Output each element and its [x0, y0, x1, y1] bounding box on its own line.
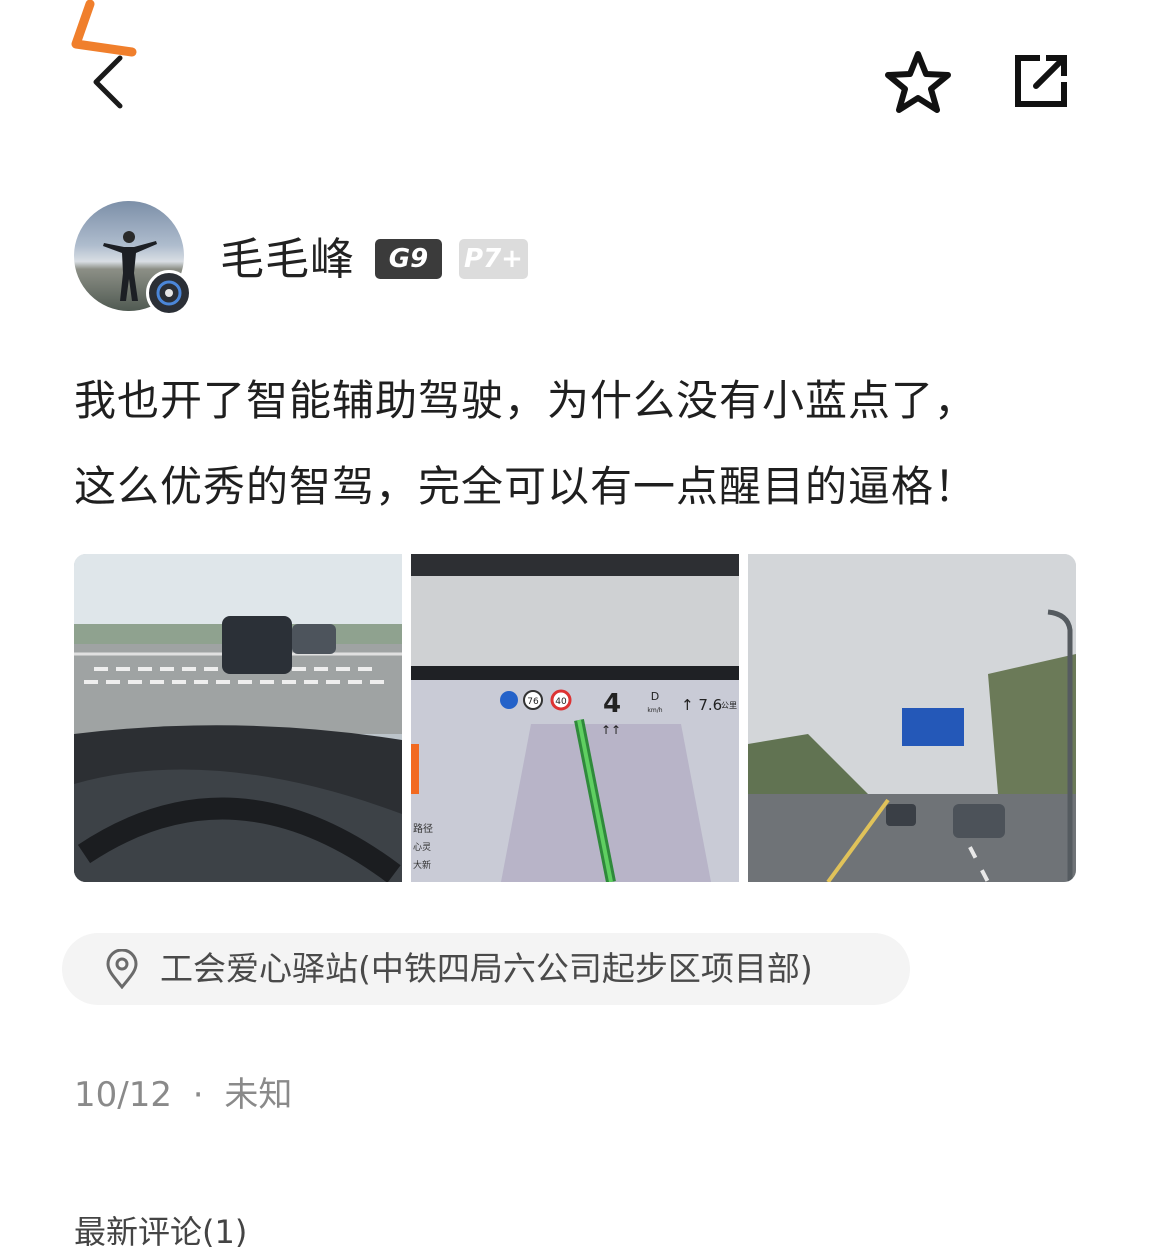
road-sign-illustration — [748, 554, 1076, 882]
post-text-line-2: 这么优秀的智驾，完全可以有一点醒目的逼格！ — [74, 462, 978, 511]
nav-lane-arrows: ↑↑ — [601, 723, 621, 737]
location-pin-icon — [106, 949, 138, 989]
nav-distance-unit: 公里 — [721, 701, 737, 710]
nav-gear: D — [651, 690, 659, 703]
nav-distance: ↑ 7.6 — [681, 696, 722, 714]
nav-speed: 4 — [603, 689, 621, 719]
nav-side-text-1: 路径 — [413, 822, 433, 835]
post-meta: 10/12 · 未知 — [74, 1072, 292, 1118]
nav-side-text-2: 心灵 — [413, 842, 431, 853]
vehicle-badge-p7plus: P7+ — [459, 239, 528, 279]
meta-separator: · — [192, 1075, 204, 1115]
back-button[interactable] — [80, 48, 140, 112]
location-chip[interactable]: 工会爱心驿站(中铁四局六公司起步区项目部) — [62, 933, 910, 1005]
location-text: 工会爱心驿站(中铁四局六公司起步区项目部) — [160, 949, 813, 988]
post-text-line-1: 我也开了智能辅助驾驶，为什么没有小蓝点了， — [74, 376, 978, 425]
nav-side-text-3: 大新 — [413, 859, 431, 871]
post-image-3[interactable] — [748, 554, 1076, 882]
nav-speed-limit-76: 76 — [527, 697, 539, 707]
navigation-display-illustration: 76 40 4 D km/h ↑ 7.6 公里 ↑↑ 路径 心灵 大新 — [411, 554, 739, 882]
share-button[interactable] — [1006, 46, 1076, 116]
chevron-left-icon — [93, 55, 123, 109]
nav-gear-unit: km/h — [647, 707, 662, 714]
post-image-1[interactable] — [74, 554, 402, 882]
post-region: 未知 — [224, 1075, 293, 1115]
avatar-badge-icon — [146, 270, 192, 316]
comments-heading: 最新评论(1) — [74, 1213, 248, 1251]
author-name[interactable]: 毛毛峰 — [220, 230, 355, 290]
favorite-button[interactable] — [882, 46, 954, 118]
nav-speed-limit-40: 40 — [555, 697, 567, 707]
post-body: 我也开了智能辅助驾驶，为什么没有小蓝点了， 这么优秀的智驾，完全可以有一点醒目的… — [74, 358, 1084, 530]
post-date: 10/12 — [74, 1075, 172, 1115]
vehicle-badge-g9: G9 — [375, 239, 442, 279]
road-windshield-illustration — [74, 554, 402, 882]
post-image-2[interactable]: 76 40 4 D km/h ↑ 7.6 公里 ↑↑ 路径 心灵 大新 — [411, 554, 739, 882]
share-external-icon — [1015, 55, 1067, 107]
star-outline-icon — [885, 51, 951, 113]
